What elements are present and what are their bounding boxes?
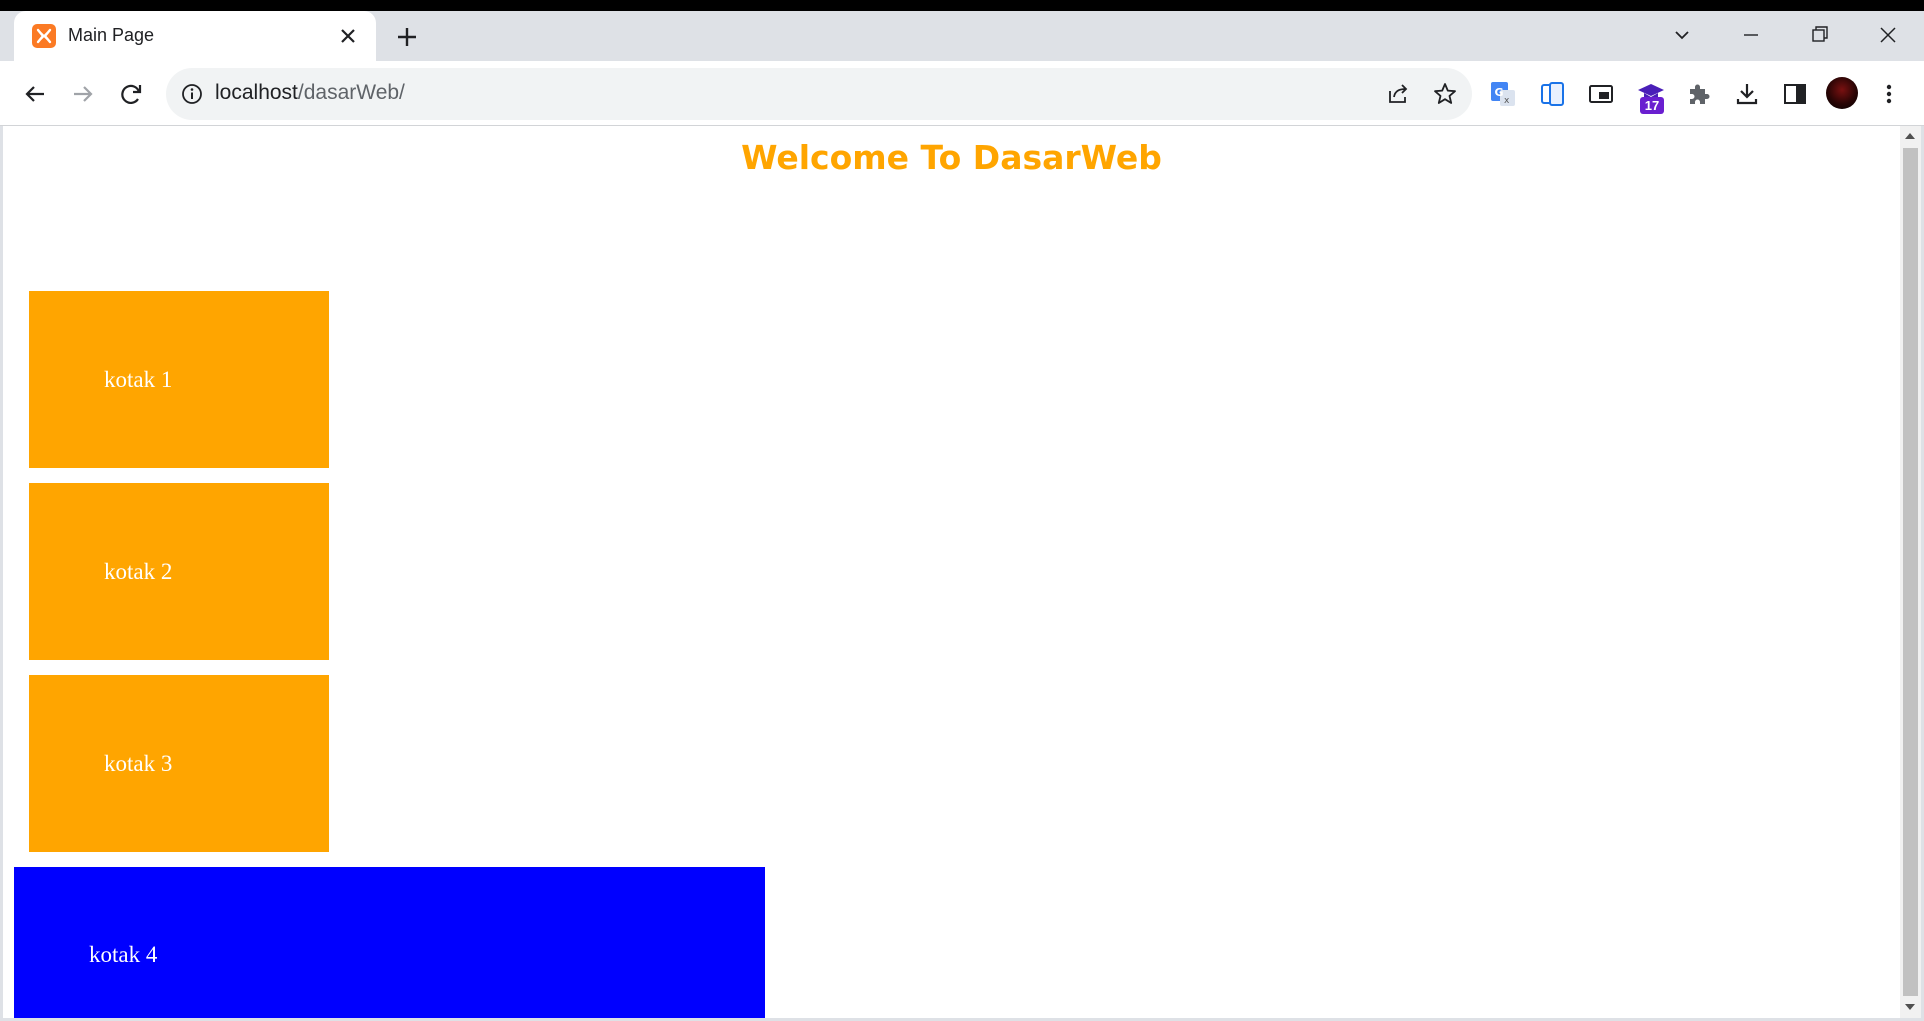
box-label: kotak 2 xyxy=(104,558,173,584)
download-icon[interactable] xyxy=(1732,79,1762,109)
vertical-scrollbar[interactable] xyxy=(1900,126,1921,1018)
page-heading: Welcome To DasarWeb xyxy=(741,138,1162,177)
browser-toolbar: localhost/dasarWeb/ Gx 17 xyxy=(0,61,1924,126)
svg-text:x: x xyxy=(1504,96,1510,106)
bookmark-star-icon[interactable] xyxy=(1432,81,1458,107)
xampp-favicon-icon xyxy=(32,24,56,48)
url-text[interactable]: localhost/dasarWeb/ xyxy=(215,81,405,105)
scroll-up-arrow-icon[interactable] xyxy=(1905,133,1915,139)
tab-search-chevron-down-icon[interactable] xyxy=(1662,19,1702,53)
svg-text:G: G xyxy=(1495,86,1504,99)
extensions-puzzle-icon[interactable] xyxy=(1684,79,1714,109)
tab-title: Main Page xyxy=(68,25,155,45)
share-icon[interactable] xyxy=(1385,81,1411,107)
back-arrow-icon[interactable] xyxy=(20,79,50,109)
site-info-icon[interactable] xyxy=(180,82,204,106)
box-label: kotak 4 xyxy=(89,942,158,967)
side-panel-icon[interactable] xyxy=(1780,79,1810,109)
address-bar[interactable]: localhost/dasarWeb/ xyxy=(166,68,1472,120)
forward-arrow-icon[interactable] xyxy=(68,79,98,109)
box-kotak-3: kotak 3 xyxy=(29,675,329,852)
profile-avatar[interactable] xyxy=(1826,77,1858,109)
close-window-icon[interactable] xyxy=(1868,19,1908,53)
tab-main-page[interactable]: Main Page xyxy=(14,11,376,61)
tab-strip: Main Page xyxy=(0,11,1924,61)
page-viewport: Welcome To DasarWeb kotak 1 kotak 2 kota… xyxy=(3,126,1900,1018)
url-path: /dasarWeb/ xyxy=(297,81,405,104)
tab-close-icon[interactable] xyxy=(336,24,360,48)
minimize-icon[interactable] xyxy=(1731,19,1771,53)
scrollbar-thumb[interactable] xyxy=(1903,148,1918,996)
box-kotak-1: kotak 1 xyxy=(29,291,329,468)
picture-in-picture-icon[interactable] xyxy=(1586,79,1616,109)
browser-window: Main Page localhost/dasarWeb/ G x 17 Wel… xyxy=(0,11,1924,1021)
menu-kebab-icon[interactable] xyxy=(1874,79,1904,109)
box-label: kotak 3 xyxy=(104,750,173,776)
restore-window-icon[interactable] xyxy=(1799,19,1839,53)
extension-badge-count: 17 xyxy=(1640,97,1664,114)
reload-icon[interactable] xyxy=(116,79,146,109)
url-host: localhost xyxy=(215,81,298,104)
box-kotak-2: kotak 2 xyxy=(29,483,329,660)
device-mirror-icon[interactable] xyxy=(1538,79,1568,109)
scroll-down-arrow-icon[interactable] xyxy=(1905,1004,1915,1010)
new-tab-plus-icon[interactable] xyxy=(394,24,420,50)
box-kotak-4: kotak 4 xyxy=(14,867,765,1018)
google-translate-icon[interactable]: Gx xyxy=(1488,79,1518,109)
box-label: kotak 1 xyxy=(104,366,173,392)
